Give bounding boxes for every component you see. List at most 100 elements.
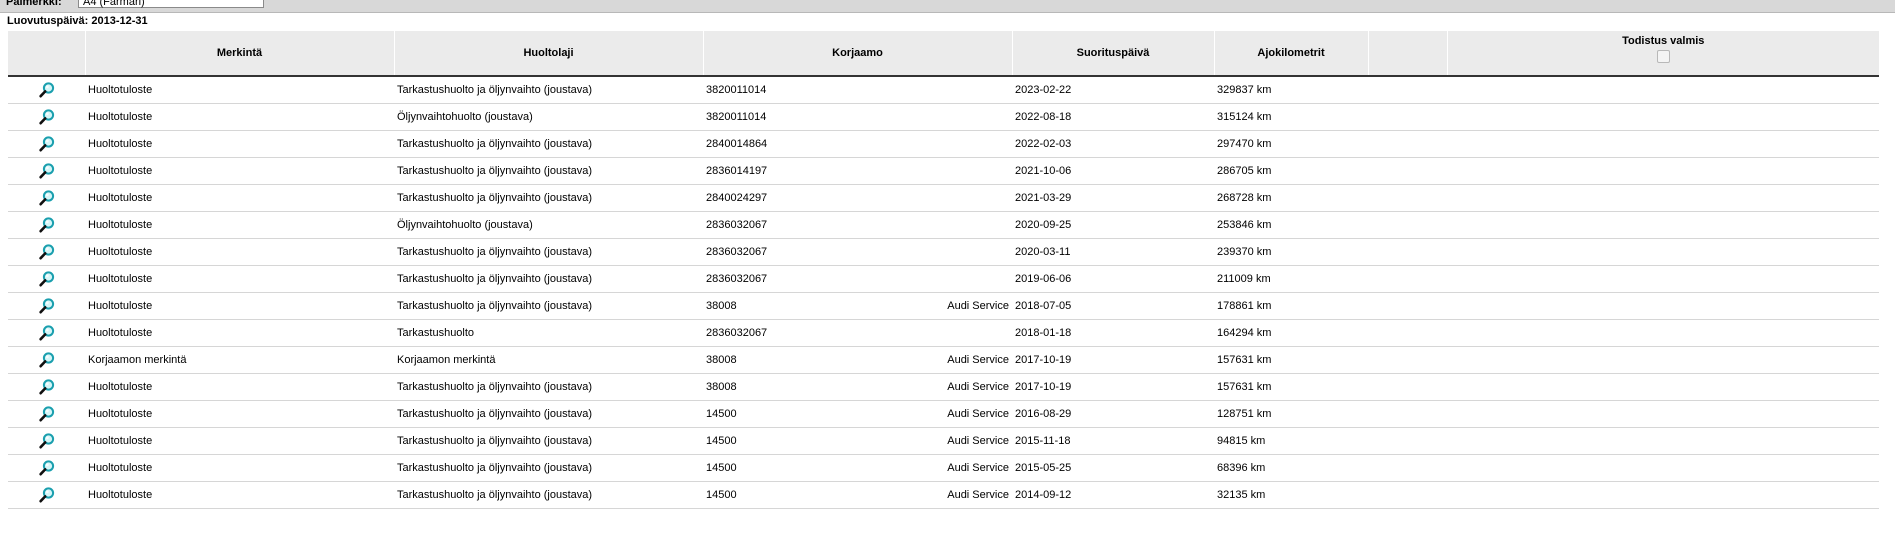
- header-todistus: Todistus valmis: [1446, 31, 1879, 77]
- korjaamo-number: 2836032067: [706, 219, 768, 231]
- cell-extra: [1368, 319, 1447, 347]
- cell-extra: [1368, 238, 1447, 266]
- header-todistus-label: Todistus valmis: [1622, 35, 1705, 47]
- cell-todistus: [1447, 157, 1879, 185]
- view-record-button[interactable]: [8, 157, 85, 185]
- cell-todistus: [1447, 373, 1879, 401]
- cell-suorituspaiva: 2022-02-03: [1012, 130, 1214, 158]
- cell-extra: [1368, 346, 1447, 374]
- cell-todistus: [1447, 76, 1879, 104]
- cell-korjaamo: 14500 Audi Service: [703, 481, 1012, 509]
- view-record-button[interactable]: [8, 238, 85, 266]
- table-row: Huoltotuloste Tarkastushuolto ja öljynvai…: [8, 184, 1879, 212]
- cell-suorituspaiva: 2020-09-25: [1012, 211, 1214, 239]
- table-row: Huoltotuloste Tarkastushuolto ja öljynvai…: [8, 481, 1879, 509]
- magnifier-icon: [38, 352, 54, 368]
- cell-merkinta: Huoltotuloste: [85, 265, 394, 293]
- header-ajokilometrit[interactable]: Ajokilometrit: [1213, 31, 1368, 77]
- cell-merkinta: Huoltotuloste: [85, 211, 394, 239]
- cell-suorituspaiva: 2017-10-19: [1012, 373, 1214, 401]
- view-record-button[interactable]: [8, 76, 85, 104]
- view-record-button[interactable]: [8, 292, 85, 320]
- cell-todistus: [1447, 238, 1879, 266]
- magnifier-icon: [38, 244, 54, 260]
- cell-ajokilometrit: 178861 km: [1214, 292, 1368, 320]
- cell-suorituspaiva: 2023-02-22: [1012, 76, 1214, 104]
- view-record-button[interactable]: [8, 319, 85, 347]
- vehicle-select-label: Palmerkki:: [6, 0, 62, 8]
- magnifier-icon: [38, 190, 54, 206]
- delivery-date: Luovutuspäivä: 2013-12-31: [7, 15, 148, 27]
- cell-ajokilometrit: 329837 km: [1214, 76, 1368, 104]
- view-record-button[interactable]: [8, 373, 85, 401]
- header-suorituspaiva[interactable]: Suorituspäivä: [1011, 31, 1214, 77]
- korjaamo-name: Audi Service: [947, 462, 1009, 474]
- view-record-button[interactable]: [8, 427, 85, 455]
- cell-merkinta: Huoltotuloste: [85, 238, 394, 266]
- cell-suorituspaiva: 2021-10-06: [1012, 157, 1214, 185]
- cell-suorituspaiva: 2021-03-29: [1012, 184, 1214, 212]
- cell-korjaamo: 3820011014: [703, 76, 1012, 104]
- view-record-button[interactable]: [8, 184, 85, 212]
- view-record-button[interactable]: [8, 454, 85, 482]
- view-record-button[interactable]: [8, 265, 85, 293]
- cell-huoltolaji: Tarkastushuolto ja öljynvaihto (joustava…: [394, 238, 703, 266]
- view-record-button[interactable]: [8, 346, 85, 374]
- table-row: Korjaamon merkintä Korjaamon merkintä 3800…: [8, 346, 1879, 374]
- header-merkinta[interactable]: Merkintä: [84, 31, 394, 77]
- cell-korjaamo: 2836014197: [703, 157, 1012, 185]
- table-row: Huoltotuloste Tarkastushuolto ja öljynvai…: [8, 427, 1879, 455]
- certificate-checkbox[interactable]: [1656, 50, 1670, 63]
- cell-ajokilometrit: 253846 km: [1214, 211, 1368, 239]
- cell-suorituspaiva: 2017-10-19: [1012, 346, 1214, 374]
- view-record-button[interactable]: [8, 103, 85, 131]
- table-row: Huoltotuloste Öljynvaihtohuolto (joustava…: [8, 211, 1879, 239]
- header-korjaamo[interactable]: Korjaamo: [702, 31, 1012, 77]
- cell-merkinta: Huoltotuloste: [85, 319, 394, 347]
- cell-merkinta: Huoltotuloste: [85, 130, 394, 158]
- cell-todistus: [1447, 481, 1879, 509]
- korjaamo-number: 14500: [706, 408, 737, 420]
- view-record-button[interactable]: [8, 211, 85, 239]
- header-extra: [1367, 31, 1447, 77]
- cell-todistus: [1447, 400, 1879, 428]
- table-row: Huoltotuloste Tarkastushuolto ja öljynvai…: [8, 373, 1879, 401]
- cell-suorituspaiva: 2019-06-06: [1012, 265, 1214, 293]
- cell-korjaamo: 3820011014: [703, 103, 1012, 131]
- cell-suorituspaiva: 2016-08-29: [1012, 400, 1214, 428]
- cell-extra: [1368, 292, 1447, 320]
- korjaamo-number: 38008: [706, 381, 737, 393]
- cell-huoltolaji: Öljynvaihtohuolto (joustava): [394, 103, 703, 131]
- cell-todistus: [1447, 211, 1879, 239]
- view-record-button[interactable]: [8, 130, 85, 158]
- cell-merkinta: Huoltotuloste: [85, 103, 394, 131]
- table-row: Huoltotuloste Tarkastushuolto ja öljynvai…: [8, 76, 1879, 104]
- view-record-button[interactable]: [8, 481, 85, 509]
- korjaamo-number: 2836014197: [706, 165, 768, 177]
- cell-suorituspaiva: 2014-09-12: [1012, 481, 1214, 509]
- cell-todistus: [1447, 346, 1879, 374]
- cell-huoltolaji: Tarkastushuolto ja öljynvaihto (joustava…: [394, 76, 703, 104]
- cell-huoltolaji: Tarkastushuolto ja öljynvaihto (joustava…: [394, 184, 703, 212]
- cell-huoltolaji: Tarkastushuolto ja öljynvaihto (joustava…: [394, 130, 703, 158]
- table-row: Huoltotuloste Tarkastushuolto ja öljynvai…: [8, 400, 1879, 428]
- cell-korjaamo: 2836032067: [703, 319, 1012, 347]
- cell-extra: [1368, 400, 1447, 428]
- cell-suorituspaiva: 2015-11-18: [1012, 427, 1214, 455]
- cell-extra: [1368, 184, 1447, 212]
- cell-extra: [1368, 211, 1447, 239]
- view-record-button[interactable]: [8, 400, 85, 428]
- cell-korjaamo: 38008 Audi Service: [703, 346, 1012, 374]
- cell-todistus: [1447, 103, 1879, 131]
- header-huoltolaji[interactable]: Huoltolaji: [393, 31, 703, 77]
- cell-todistus: [1447, 130, 1879, 158]
- vehicle-select[interactable]: A4 (Farmari): [78, 0, 264, 8]
- table-row: Huoltotuloste Tarkastushuolto ja öljynvai…: [8, 265, 1879, 293]
- cell-merkinta: Korjaamon merkintä: [85, 346, 394, 374]
- cell-huoltolaji: Tarkastushuolto ja öljynvaihto (joustava…: [394, 454, 703, 482]
- magnifier-icon: [38, 487, 54, 503]
- cell-extra: [1368, 76, 1447, 104]
- magnifier-icon: [38, 136, 54, 152]
- magnifier-icon: [38, 325, 54, 341]
- cell-todistus: [1447, 292, 1879, 320]
